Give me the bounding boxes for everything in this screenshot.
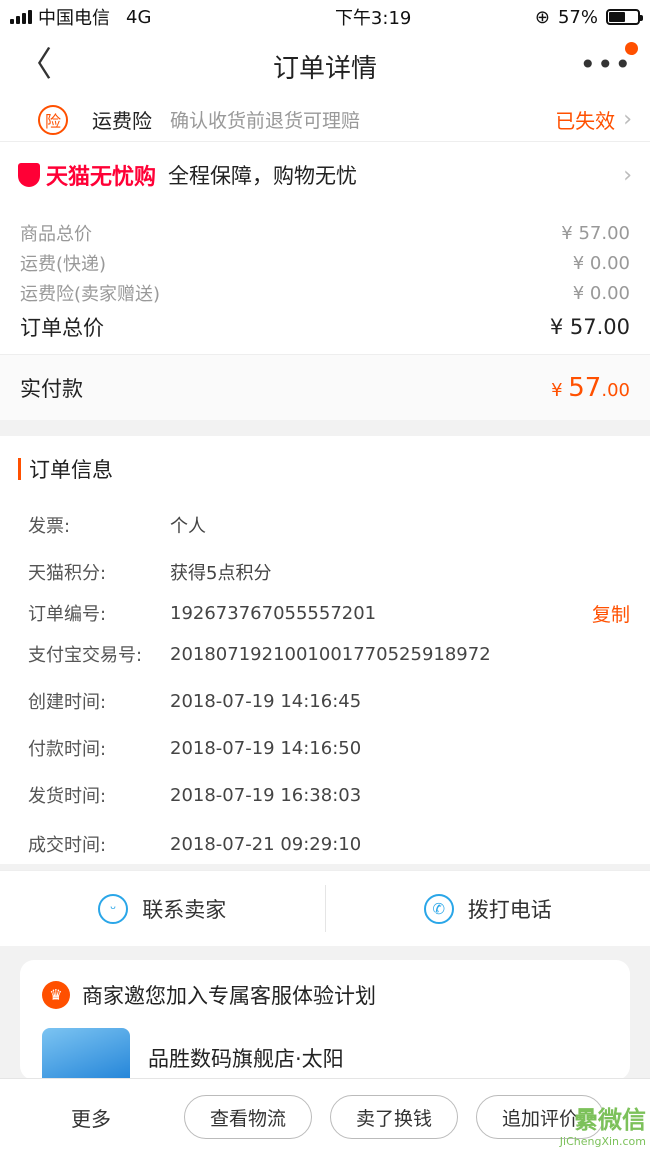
price-row: 运费(快递) ¥ 0.00 [20, 248, 630, 278]
watermark-main: 纍微信 [574, 1106, 646, 1134]
info-row-paid: 付款时间: 2018-07-19 14:16:50 [0, 730, 650, 766]
info-row-alipay: 支付宝交易号: 2018071921001001770525918972 [0, 636, 650, 672]
nav-bar: 〈 订单详情 ••• [0, 34, 650, 98]
tmall-logo-text: 天猫无忧购 [46, 165, 157, 190]
insurance-desc: 确认收货前退货可理赔 [170, 110, 361, 132]
info-key: 付款时间: [28, 739, 107, 760]
clock: 下午3:19 [334, 8, 412, 29]
info-key: 创建时间: [28, 692, 107, 713]
resell-button[interactable]: 卖了换钱 [330, 1095, 458, 1139]
info-row-created: 创建时间: 2018-07-19 14:16:45 [0, 672, 650, 730]
contact-seller-button[interactable]: ᵕ 联系卖家 [0, 871, 325, 946]
order-total-label: 订单总价 [20, 316, 104, 340]
chat-smile-icon: ᵕ [98, 893, 129, 924]
insurance-name: 运费险 [92, 109, 152, 133]
shipping-insurance-row[interactable]: 险 运费险 确认收货前退货可理赔 已失效 › [0, 98, 650, 142]
insurance-status: 已失效 [555, 109, 616, 133]
info-value: 2018-07-19 14:16:45 [170, 690, 362, 712]
price-summary: 商品总价 ¥ 57.00 运费(快递) ¥ 0.00 运费险(卖家赠送) ¥ 0.00… [0, 208, 650, 354]
invite-title: 商家邀您加入专属客服体验计划 [82, 984, 376, 1008]
info-key: 支付宝交易号: [28, 645, 143, 666]
order-total-value: ¥ 57.00 [549, 315, 630, 339]
contact-seller-label: 联系卖家 [142, 897, 227, 922]
network-type: 4G [126, 6, 152, 28]
contact-bar: ᵕ 联系卖家 ✆ 拨打电话 [0, 870, 650, 946]
more-actions-button[interactable]: 更多 [16, 1103, 166, 1132]
info-row-shipped: 发货时间: 2018-07-19 16:38:03 [0, 766, 650, 824]
tmall-guarantee-row[interactable]: 天猫无忧购 全程保障，购物无忧 › [0, 142, 650, 208]
info-value: 192673767055557201 [170, 602, 377, 624]
info-row-points: 天猫积分: 获得5点积分 [0, 554, 650, 590]
price-row: 运费险(卖家赠送) ¥ 0.00 [20, 278, 630, 308]
info-value: 2018-07-19 16:38:03 [170, 784, 362, 806]
paid-symbol: ¥ [551, 379, 569, 401]
more-menu-button[interactable]: ••• [579, 48, 632, 81]
actual-paid-row: 实付款 ¥ 57.00 [0, 354, 650, 420]
section-header: 订单信息 [0, 452, 650, 486]
price-row: 商品总价 ¥ 57.00 [20, 218, 630, 248]
service-invite-card[interactable]: ♛ 商家邀您加入专属客服体验计划 品胜数码旗舰店·太阳 [20, 960, 630, 1088]
chevron-right-icon: › [623, 162, 632, 188]
battery-icon [606, 9, 643, 25]
call-phone-button[interactable]: ✆ 拨打电话 [326, 871, 650, 946]
carrier: 中国电信 [38, 8, 110, 29]
view-logistics-button[interactable]: 查看物流 [184, 1095, 312, 1139]
paid-label: 实付款 [20, 376, 83, 401]
insurance-icon: 险 [38, 104, 68, 135]
info-key: 发货时间: [28, 786, 107, 807]
section-title: 订单信息 [29, 458, 113, 482]
info-key: 天猫积分: [28, 563, 107, 584]
order-info-section: 订单信息 发票: 个人 天猫积分: 获得5点积分 订单编号: 192673767055… [0, 436, 650, 864]
order-total-row: 订单总价 ¥ 57.00 [20, 308, 630, 346]
page-title: 订单详情 [272, 53, 377, 84]
paid-dec: .00 [601, 379, 630, 401]
tmall-logo: 天猫无忧购 [18, 159, 156, 191]
battery-percent: 57% [557, 6, 598, 28]
info-value: 2018071921001001770525918972 [170, 643, 491, 665]
price-value: ¥ 0.00 [572, 252, 630, 274]
shop-name: 品胜数码旗舰店·太阳 [148, 1047, 344, 1071]
phone-icon: ✆ [423, 893, 454, 924]
info-value: 2018-07-21 09:29:10 [170, 833, 362, 855]
rotation-lock-icon: ⊕ [534, 6, 550, 28]
info-row-invoice: 发票: 个人 [0, 496, 650, 554]
watermark-sub: JiChengXin.com [559, 1135, 646, 1148]
info-row-order-number: 订单编号: 192673767055557201 复制 [0, 590, 650, 636]
info-key: 订单编号: [28, 604, 107, 625]
price-label: 商品总价 [20, 224, 92, 245]
tmall-shield-icon [18, 163, 40, 187]
crown-icon: ♛ [42, 981, 70, 1009]
watermark: 纍微信 JiChengXin.com [560, 1100, 646, 1148]
info-value: 个人 [170, 516, 206, 537]
paid-amount: ¥ 57.00 [551, 373, 630, 403]
status-bar: 中国电信 4G 下午3:19 ⊕ 57% [0, 0, 650, 34]
info-value: 获得5点积分 [170, 563, 272, 584]
info-key: 发票: [28, 516, 71, 537]
price-value: ¥ 0.00 [572, 282, 630, 304]
info-row-completed: 成交时间: 2018-07-21 09:29:10 [0, 824, 650, 864]
call-phone-label: 拨打电话 [467, 897, 552, 922]
price-label: 运费险(卖家赠送) [20, 284, 161, 305]
notification-dot [625, 42, 638, 55]
paid-int: 57 [568, 372, 602, 403]
signal-icon [10, 10, 32, 24]
price-value: ¥ 57.00 [561, 222, 630, 244]
chevron-right-icon: › [623, 107, 632, 132]
copy-button[interactable]: 复制 [592, 600, 630, 627]
bottom-action-bar: 更多 查看物流 卖了换钱 追加评价 [0, 1078, 650, 1155]
price-label: 运费(快递) [20, 254, 107, 275]
tmall-slogan: 全程保障，购物无忧 [168, 164, 358, 188]
info-value: 2018-07-19 14:16:50 [170, 737, 362, 759]
back-button[interactable]: 〈 [18, 48, 52, 82]
info-key: 成交时间: [28, 835, 107, 856]
